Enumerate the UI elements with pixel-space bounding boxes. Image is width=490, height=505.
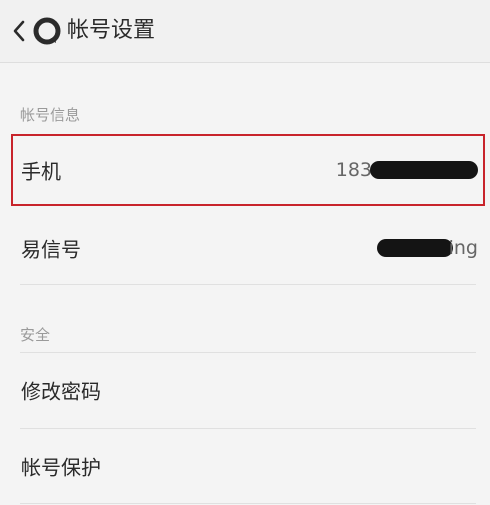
yixin-id-value-text: ing xyxy=(448,237,478,259)
app-logo-icon xyxy=(33,17,61,45)
divider xyxy=(20,428,476,429)
divider xyxy=(20,503,476,504)
back-button[interactable] xyxy=(11,18,27,44)
list-item-yixin-id[interactable]: 易信号 ing xyxy=(0,212,490,284)
divider xyxy=(20,284,476,285)
yixin-id-value: ing xyxy=(376,237,478,259)
chevron-left-icon xyxy=(13,20,25,42)
app-header: 帐号设置 xyxy=(0,0,490,63)
list-item-label: 帐号保护 xyxy=(21,455,101,480)
page-title: 帐号设置 xyxy=(67,18,156,43)
highlight-box xyxy=(11,134,485,206)
section-label-security: 安全 xyxy=(20,326,51,344)
redaction-mark xyxy=(376,239,453,257)
list-item-change-password[interactable]: 修改密码 xyxy=(0,354,490,426)
section-label-account-info: 帐号信息 xyxy=(20,106,81,124)
divider xyxy=(20,352,476,353)
list-item-label: 易信号 xyxy=(21,237,81,262)
list-item-label: 修改密码 xyxy=(21,379,101,404)
list-item-account-protection[interactable]: 帐号保护 xyxy=(0,430,490,502)
